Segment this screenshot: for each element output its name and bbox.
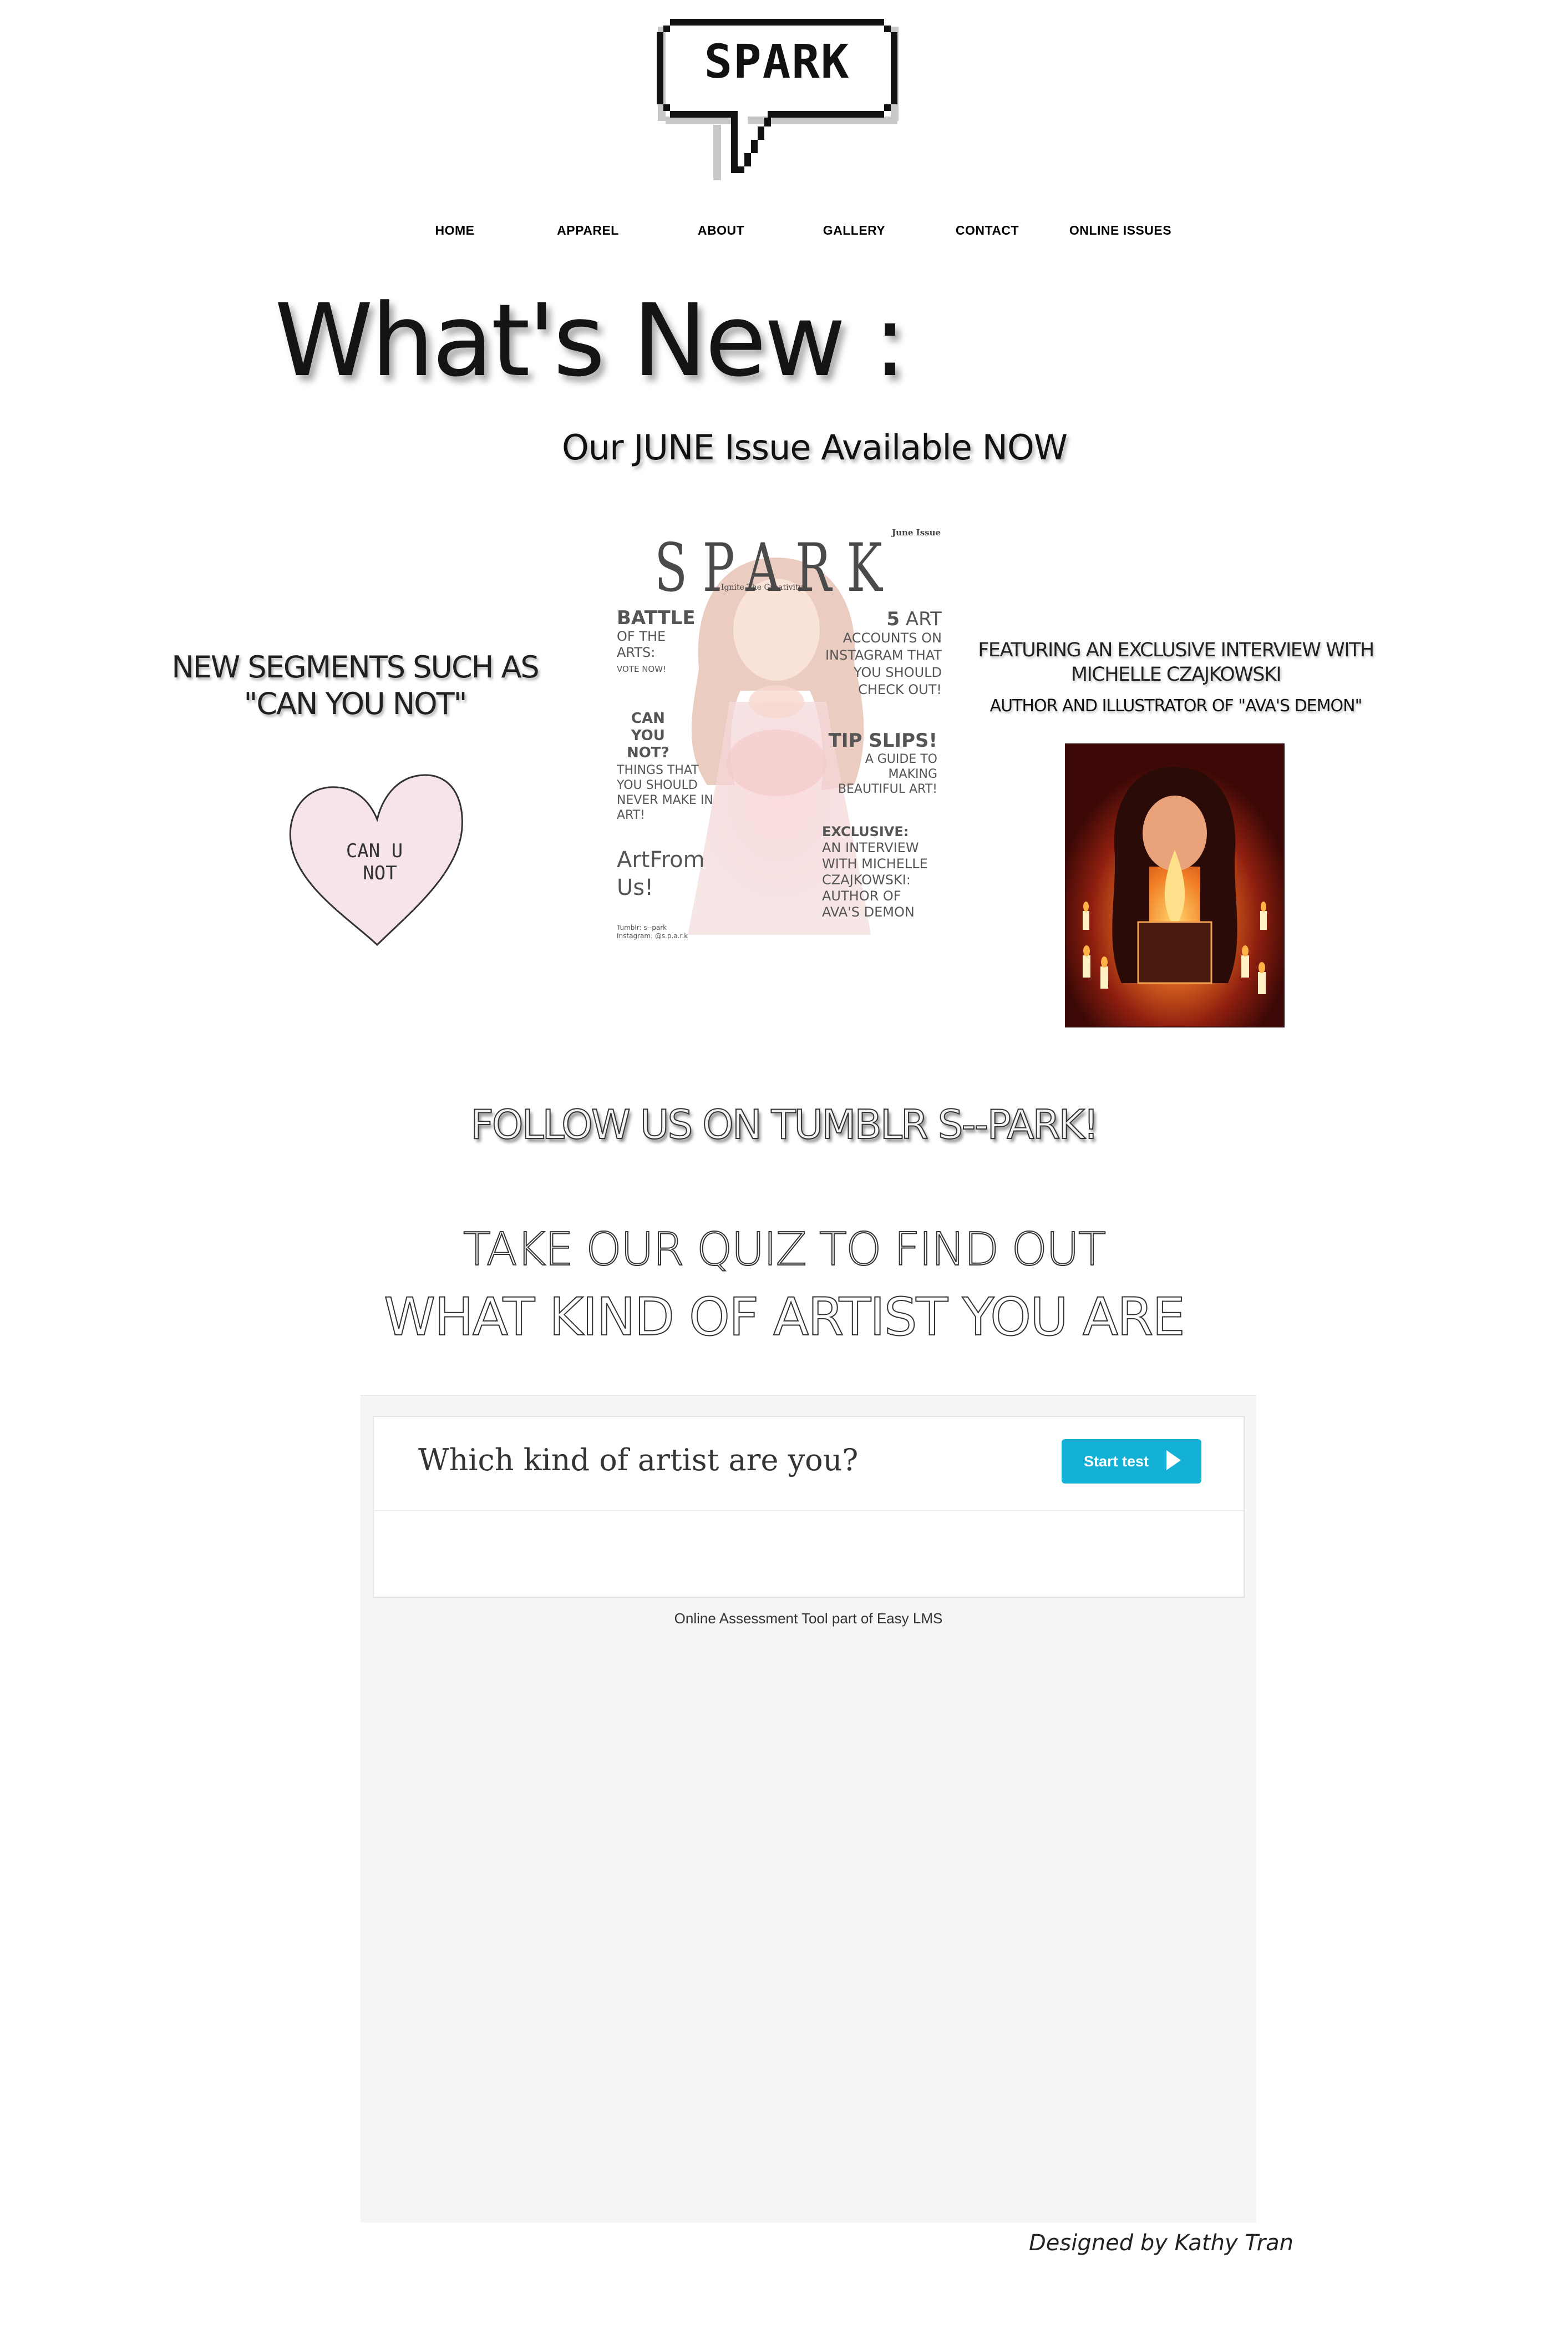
heart-text-line-1: CAN U [346,840,403,862]
cover-things-block: THINGS THAT YOU SHOULD NEVER MAKE IN ART… [617,763,713,823]
cover-interview-line: AVA'S DEMON [822,904,915,920]
author-caption: AUTHOR AND ILLUSTRATOR OF "AVA'S DEMON" [989,696,1363,716]
cover-art-from-us: ArtFrom Us! [617,846,705,902]
new-segments-text: NEW SEGMENTS SUCH AS "CAN YOU NOT" [166,649,544,722]
nav-about[interactable]: ABOUT [654,223,788,238]
quiz-heading-line-2: WHAT KIND OF ARTIST YOU ARE [383,1287,1186,1348]
cover-guide-line: MAKING [888,767,937,781]
cover-us: Us! [617,875,654,900]
quiz-heading-line-1: TAKE OUR QUIZ TO FIND OUT [463,1223,1107,1277]
cover-accounts-line: ACCOUNTS ON [843,630,942,646]
cover-interview-line: CZAJKOWSKI: [822,872,911,888]
cover-left-block: BATTLE OF THE ARTS: VOTE NOW! [617,608,696,677]
start-test-button[interactable]: Start test [1062,1439,1201,1484]
cover-title: SPARK [654,530,898,607]
issue-announcement: Our JUNE Issue Available NOW [562,427,1068,468]
june-issue-cover[interactable]: SPARK June Issue Ignite The Creativity B… [610,524,948,951]
logo-text: SPARK [704,34,850,89]
cover-interview-line: AUTHOR OF [822,888,901,904]
cover-interview-line: AN INTERVIEW [822,840,919,855]
cover-social-line: Instagram: @s.p.a.r.k [617,932,688,940]
cover-accounts-line: YOU SHOULD [853,665,942,680]
cover-five-word: ART [905,608,942,630]
spark-logo[interactable]: SPARK [648,11,914,194]
cover-exclusive-block: EXCLUSIVE: AN INTERVIEW WITH MICHELLE CZ… [822,824,928,920]
featuring-text: FEATURING AN EXCLUSIVE INTERVIEW WITH MI… [976,638,1376,687]
follow-tumblr-link[interactable]: FOLLOW US ON TUMBLR S--PARK! [0,1101,1568,1148]
start-test-label: Start test [1084,1452,1149,1470]
cover-things-line: THINGS THAT [617,763,699,777]
cover-tip-slips: TIP SLIPS! [828,730,937,752]
quiz-card-divider [374,1510,1244,1511]
nav-apparel[interactable]: APPAREL [521,223,654,238]
page-title: What's New : [275,283,907,399]
featuring-line-1: FEATURING AN EXCLUSIVE INTERVIEW WITH [978,639,1374,661]
cover-five-num: 5 [886,608,900,630]
heart-text-line-2: NOT [363,862,397,884]
quiz-question: Which kind of artist are you? [418,1442,859,1477]
cover-issue-label: June Issue [892,528,941,538]
cover-things-line: ART! [617,808,645,822]
cover-social-line: Tumblr: s--park [617,924,667,932]
easy-lms-credit-link[interactable]: Online Assessment Tool part of Easy LMS [361,1610,1256,1627]
heart-icon: CAN U NOT [289,774,463,946]
quiz-card: Which kind of artist are you? Start test [373,1416,1245,1598]
featuring-line-2: MICHELLE CZAJKOWSKI [1070,664,1282,686]
cover-cyn-line: CAN [631,710,665,727]
cover-art-from: ArtFrom [617,847,705,873]
avas-demon-artwork[interactable] [1065,743,1285,1027]
cover-battle-line: ARTS: [617,645,656,660]
nav-online-issues[interactable]: ONLINE ISSUES [1054,223,1187,238]
cover-tip-slips-block: TIP SLIPS! A GUIDE TO MAKING BEAUTIFUL A… [829,730,937,797]
cover-accounts-line: CHECK OUT! [858,682,942,697]
cover-socials: Tumblr: s--park Instagram: @s.p.a.r.k [617,924,688,940]
can-u-not-heart-image: CAN U NOT [286,768,469,951]
cover-battle-line: OF THE [617,629,666,644]
cover-battle-head: BATTLE [617,607,696,629]
play-icon [1164,1449,1182,1474]
main-nav: HOME APPAREL ABOUT GALLERY CONTACT ONLIN… [388,216,1181,244]
cover-guide-line: BEAUTIFUL ART! [838,782,937,796]
cover-guide-line: A GUIDE TO [865,752,937,766]
cover-exclusive: EXCLUSIVE: [822,824,909,839]
cover-cyn-line: NOT? [627,745,669,761]
designer-credit: Designed by Kathy Tran [1029,2230,1293,2256]
cover-battle-vote: VOTE NOW! [617,664,667,674]
cover-cyn-line: YOU [631,727,665,744]
cover-interview-line: WITH MICHELLE [822,856,928,872]
speech-bubble-logo-icon: SPARK [657,19,899,180]
cover-things-line: YOU SHOULD [617,778,698,792]
cover-tagline: Ignite The Creativity [721,583,803,592]
cover-five-art-block: 5 ART ACCOUNTS ON INSTAGRAM THAT YOU SHO… [825,609,942,698]
nav-home[interactable]: HOME [388,223,521,238]
nav-contact[interactable]: CONTACT [921,223,1054,238]
cover-things-line: NEVER MAKE IN [617,793,713,807]
segments-line-2: "CAN YOU NOT" [243,686,468,721]
cover-accounts-line: INSTAGRAM THAT [825,647,942,663]
artwork-illustration [1066,745,1283,1026]
cover-can-you-not: CAN YOU NOT? [627,710,669,762]
nav-gallery[interactable]: GALLERY [788,223,921,238]
segments-line-1: NEW SEGMENTS SUCH AS [171,650,539,685]
